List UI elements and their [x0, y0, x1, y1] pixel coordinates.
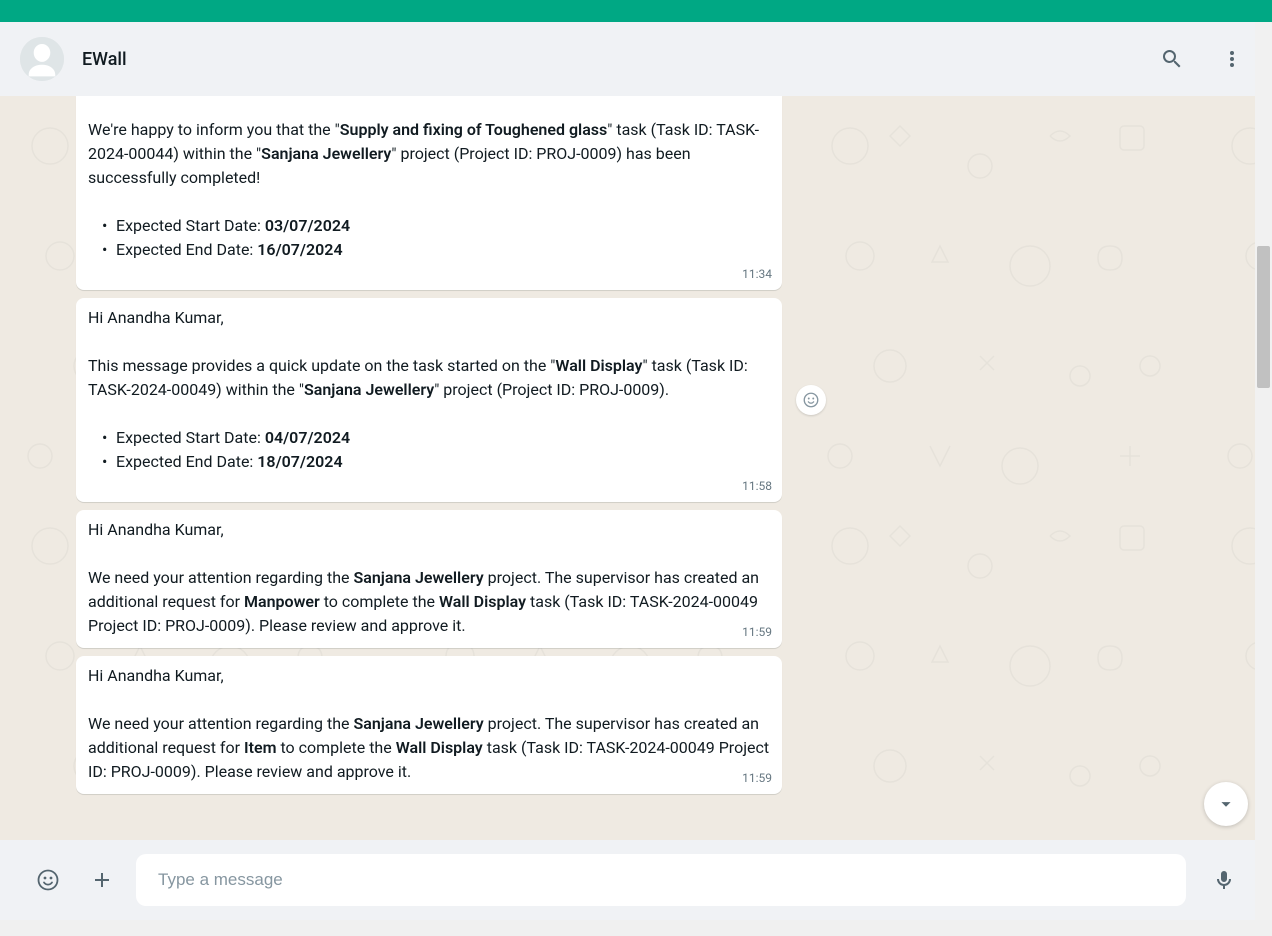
- emoji-button[interactable]: [28, 860, 68, 900]
- more-vertical-icon: [1220, 47, 1244, 71]
- messages-panel[interactable]: We're happy to inform you that the "Supp…: [0, 96, 1272, 840]
- smiley-icon: [802, 391, 820, 409]
- chat-header: EWall: [0, 22, 1272, 96]
- scroll-to-bottom-button[interactable]: [1204, 782, 1248, 826]
- scrollbar-thumb[interactable]: [1257, 246, 1270, 388]
- message-row: We're happy to inform you that the "Supp…: [76, 96, 1212, 290]
- plus-icon: [90, 868, 114, 892]
- message-greeting: Hi Anandha Kumar,: [88, 664, 770, 688]
- message-list: Expected Start Date: 03/07/2024 Expected…: [102, 214, 770, 262]
- avatar-placeholder-icon: [20, 37, 64, 81]
- message-row: Hi Anandha Kumar, This message provides …: [76, 298, 1212, 502]
- top-accent-bar: [0, 0, 1272, 22]
- message-text: We're happy to inform you that the "Supp…: [88, 118, 770, 190]
- message-bubble[interactable]: Hi Anandha Kumar, This message provides …: [76, 298, 782, 502]
- search-icon: [1160, 47, 1184, 71]
- message-text: We need your attention regarding the San…: [88, 712, 770, 784]
- message-text: We need your attention regarding the San…: [88, 566, 770, 638]
- message-time: 11:59: [742, 766, 772, 790]
- message-greeting: Hi Anandha Kumar,: [88, 306, 770, 330]
- search-button[interactable]: [1152, 39, 1192, 79]
- message-row: Hi Anandha Kumar, We need your attention…: [76, 510, 1212, 648]
- message-input[interactable]: [156, 869, 1166, 891]
- message-text: This message provides a quick update on …: [88, 354, 770, 402]
- message-time: 11:58: [742, 474, 772, 498]
- message-greeting: Hi Anandha Kumar,: [88, 518, 770, 542]
- composer-bar: [0, 840, 1272, 920]
- message-bubble[interactable]: Hi Anandha Kumar, We need your attention…: [76, 510, 782, 648]
- message-list: Expected Start Date: 04/07/2024 Expected…: [102, 426, 770, 474]
- smiley-outline-icon: [36, 868, 60, 892]
- message-row: Hi Anandha Kumar, We need your attention…: [76, 656, 1212, 794]
- scrollbar-track[interactable]: [1255, 22, 1272, 920]
- bottom-gap: [0, 920, 1272, 936]
- attach-button[interactable]: [82, 860, 122, 900]
- chevron-down-icon: [1215, 793, 1237, 815]
- message-time: 11:59: [742, 620, 772, 644]
- mic-icon: [1212, 868, 1236, 892]
- message-input-wrapper: [136, 854, 1186, 906]
- menu-button[interactable]: [1212, 39, 1252, 79]
- avatar[interactable]: [20, 37, 64, 81]
- mic-button[interactable]: [1204, 860, 1244, 900]
- react-button[interactable]: [796, 385, 826, 415]
- contact-name[interactable]: EWall: [82, 49, 127, 70]
- message-bubble[interactable]: Hi Anandha Kumar, We need your attention…: [76, 656, 782, 794]
- message-time: 11:34: [742, 262, 772, 286]
- message-bubble[interactable]: We're happy to inform you that the "Supp…: [76, 96, 782, 290]
